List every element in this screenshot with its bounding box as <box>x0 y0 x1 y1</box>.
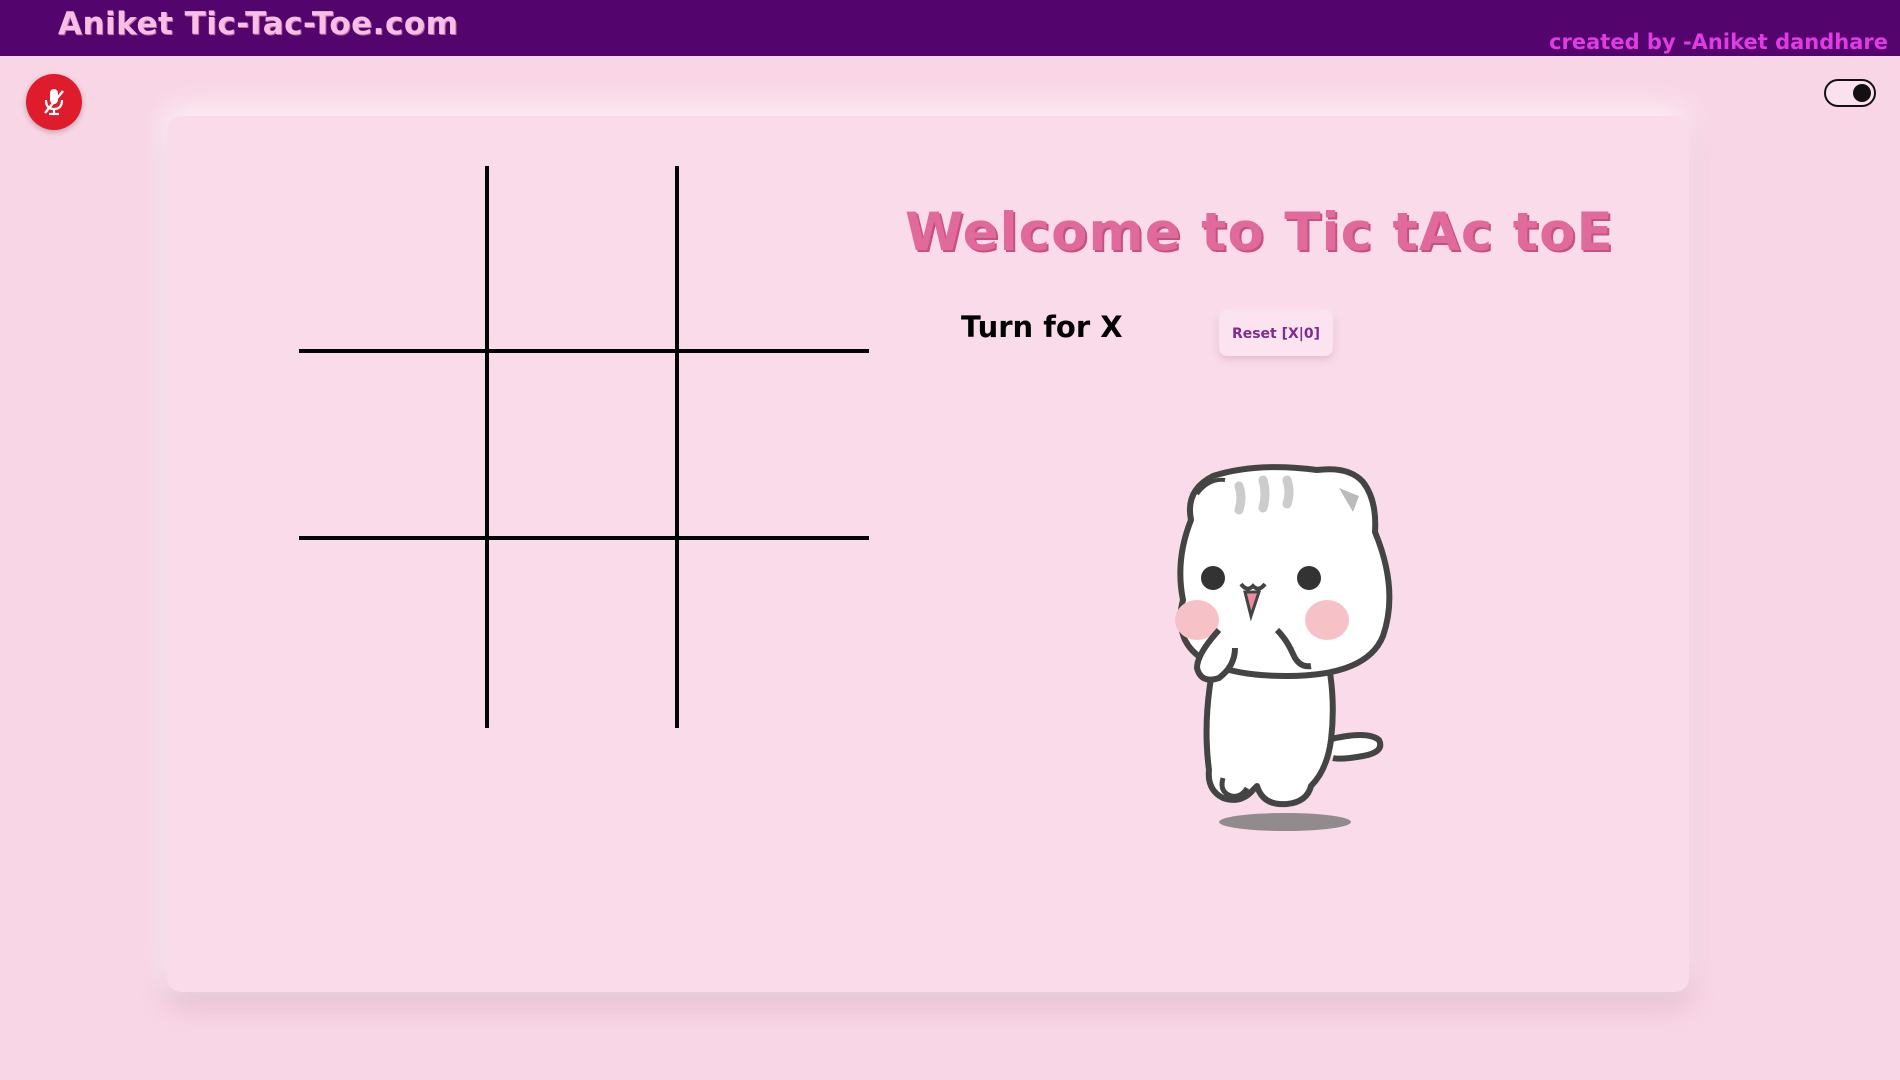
mic-toggle-button[interactable] <box>26 74 82 130</box>
turn-indicator: Turn for X <box>961 310 1123 344</box>
board-cell[interactable] <box>489 540 679 728</box>
board-cell[interactable] <box>489 166 679 353</box>
toggle-knob <box>1853 84 1871 102</box>
theme-toggle[interactable] <box>1824 79 1876 107</box>
site-title: Aniket Tic-Tac-Toe.com <box>58 6 459 42</box>
board-cell[interactable] <box>299 540 489 728</box>
welcome-heading: Welcome to Tic tAc toE <box>905 202 1614 263</box>
game-board <box>299 166 869 728</box>
mic-off-icon <box>44 89 64 116</box>
top-bar: Aniket Tic-Tac-Toe.com created by -Anike… <box>0 0 1900 56</box>
game-card: Welcome to Tic tAc toE Turn for X Reset … <box>167 116 1689 992</box>
board-cell[interactable] <box>489 353 679 540</box>
board-cell[interactable] <box>679 166 869 353</box>
board-cell[interactable] <box>299 166 489 353</box>
board-cell[interactable] <box>679 540 869 728</box>
cat-mascot-icon <box>1175 464 1393 831</box>
credit-text: created by -Aniket dandhare <box>1549 30 1888 54</box>
board-cell[interactable] <box>299 353 489 540</box>
reset-button[interactable]: Reset [X|0] <box>1219 312 1333 356</box>
board-cell[interactable] <box>679 353 869 540</box>
